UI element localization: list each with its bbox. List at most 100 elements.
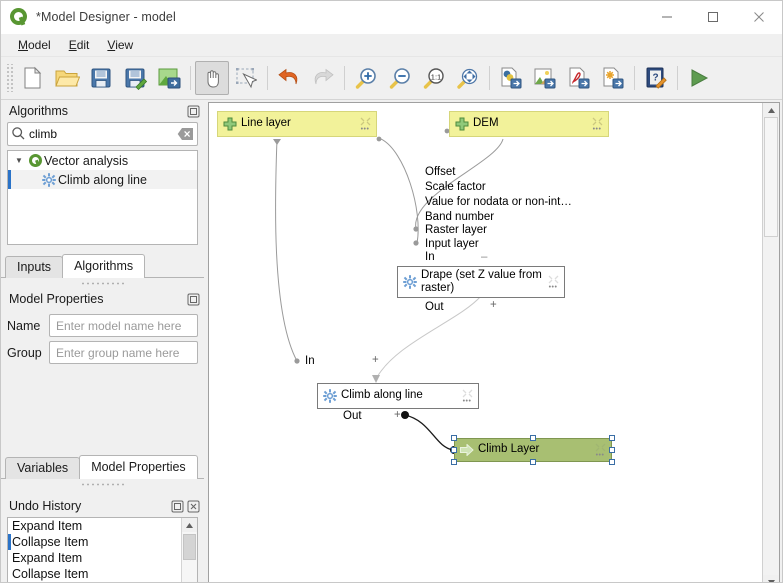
export-as-svg-button[interactable] xyxy=(596,61,630,95)
tab-inputs[interactable]: Inputs xyxy=(5,256,63,278)
dots-menu-icon[interactable]: ••• xyxy=(593,127,602,132)
close-button[interactable] xyxy=(736,1,782,33)
selection-handle[interactable] xyxy=(609,435,615,441)
collapse-icon[interactable] xyxy=(592,117,603,126)
list-item[interactable]: Expand Item xyxy=(8,550,181,566)
model-node-climb-along-line[interactable]: Climb along line ••• xyxy=(317,383,479,409)
scroll-up-icon[interactable] xyxy=(182,518,197,532)
tab-model-properties[interactable]: Model Properties xyxy=(79,455,198,479)
toolbar-grip[interactable] xyxy=(5,64,13,92)
dots-menu-icon[interactable]: ••• xyxy=(596,453,605,458)
selection-handle[interactable] xyxy=(451,459,457,465)
dots-menu-icon[interactable]: ••• xyxy=(549,285,558,290)
algorithm-search-box[interactable] xyxy=(7,122,198,146)
pan-tool-button[interactable] xyxy=(195,61,229,95)
float-dock-icon[interactable] xyxy=(187,293,200,306)
node-buttons[interactable]: ••• xyxy=(546,275,560,290)
scroll-track[interactable] xyxy=(182,532,197,583)
collapse-icon[interactable] xyxy=(548,275,559,284)
dock-splitter-handle-1[interactable] xyxy=(81,279,125,287)
climb-out-label: Out xyxy=(343,410,362,422)
drape-param-nodata: Value for nodata or non-int… xyxy=(425,196,572,208)
scroll-up-icon[interactable] xyxy=(763,103,779,117)
model-canvas-viewport[interactable]: Line layer ••• xyxy=(209,103,762,583)
selection-handle[interactable] xyxy=(451,435,457,441)
selection-handle[interactable] xyxy=(530,459,536,465)
collapse-icon[interactable] xyxy=(595,443,606,452)
scroll-thumb[interactable] xyxy=(183,534,196,560)
model-name-input[interactable] xyxy=(54,318,193,334)
selection-handle[interactable] xyxy=(609,459,615,465)
menu-view[interactable]: View xyxy=(98,36,142,54)
save-model-button[interactable] xyxy=(84,61,118,95)
undo-history-scrollbar[interactable] xyxy=(181,518,197,583)
close-dock-icon[interactable] xyxy=(187,500,200,513)
dots-menu-icon[interactable]: ••• xyxy=(463,399,472,404)
model-properties-dock-header: Model Properties xyxy=(1,288,204,310)
scroll-track[interactable] xyxy=(763,117,779,575)
tree-item-climb-along-line[interactable]: Climb along line xyxy=(8,170,197,189)
collapse-icon[interactable] xyxy=(462,389,473,398)
save-model-as-button[interactable] xyxy=(118,61,152,95)
gear-algorithm-icon xyxy=(40,173,58,187)
tree-item-vector-analysis[interactable]: ▼ Vector analysis xyxy=(8,151,197,170)
zoom-full-button[interactable] xyxy=(451,61,485,95)
selection-handle[interactable] xyxy=(451,447,457,453)
node-buttons[interactable]: ••• xyxy=(590,117,604,132)
qgis-provider-icon xyxy=(26,154,44,167)
model-node-dem[interactable]: DEM ••• xyxy=(449,111,609,137)
float-dock-icon[interactable] xyxy=(171,500,184,513)
select-tool-button[interactable] xyxy=(229,61,263,95)
new-model-button[interactable] xyxy=(16,61,50,95)
run-model-button[interactable] xyxy=(682,61,716,95)
drape-collapse-marker[interactable]: – xyxy=(481,251,487,263)
collapse-icon[interactable] xyxy=(360,117,371,126)
selection-handle[interactable] xyxy=(609,447,615,453)
model-name-field[interactable] xyxy=(49,314,198,337)
undo-button[interactable] xyxy=(272,61,306,95)
menu-model[interactable]: MModelodel xyxy=(9,36,60,54)
drape-param-input-layer: Input layer xyxy=(425,238,479,250)
tab-variables[interactable]: Variables xyxy=(5,457,80,479)
model-group-input[interactable] xyxy=(54,345,193,361)
tab-algorithms[interactable]: Algorithms xyxy=(62,254,145,278)
export-as-script-button[interactable] xyxy=(494,61,528,95)
dock-splitter-handle-2[interactable] xyxy=(81,480,125,488)
save-in-project-button[interactable] xyxy=(152,61,186,95)
selection-handle[interactable] xyxy=(530,435,536,441)
zoom-actual-button[interactable]: 1:1 xyxy=(417,61,451,95)
menu-edit[interactable]: Edit xyxy=(60,36,99,54)
chevron-down-icon[interactable]: ▼ xyxy=(12,156,26,165)
edit-help-button[interactable]: ? xyxy=(639,61,673,95)
list-item[interactable]: Collapse Item xyxy=(8,566,181,582)
node-buttons[interactable]: ••• xyxy=(593,443,607,458)
float-dock-icon[interactable] xyxy=(187,105,200,118)
list-item[interactable]: Expand Item xyxy=(8,518,181,534)
clear-x-icon[interactable] xyxy=(177,127,194,142)
export-as-image-button[interactable] xyxy=(528,61,562,95)
algorithms-tree[interactable]: ▼ Vector analysis xyxy=(7,150,198,245)
algorithm-search-input[interactable] xyxy=(27,127,177,141)
maximize-button[interactable] xyxy=(690,1,736,33)
undo-history-list[interactable]: Expand Item Collapse Item Expand Item Co… xyxy=(7,517,198,583)
model-node-drape[interactable]: Drape (set Z value from raster) ••• xyxy=(397,266,565,298)
node-buttons[interactable]: ••• xyxy=(358,117,372,132)
canvas-vertical-scrollbar[interactable] xyxy=(762,103,779,583)
scroll-down-icon[interactable] xyxy=(763,575,779,583)
search-icon xyxy=(11,126,27,142)
list-item[interactable]: Collapse Item xyxy=(8,534,181,550)
zoom-in-button[interactable] xyxy=(349,61,383,95)
scroll-thumb[interactable] xyxy=(764,117,778,237)
redo-button[interactable] xyxy=(306,61,340,95)
export-as-pdf-button[interactable] xyxy=(562,61,596,95)
dots-menu-icon[interactable]: ••• xyxy=(361,127,370,132)
zoom-out-button[interactable] xyxy=(383,61,417,95)
climb-expand-marker-out[interactable]: + xyxy=(394,409,401,421)
node-buttons[interactable]: ••• xyxy=(460,389,474,404)
model-group-field[interactable] xyxy=(49,341,198,364)
minimize-button[interactable] xyxy=(644,1,690,33)
drape-expand-marker[interactable]: + xyxy=(490,299,497,311)
open-model-button[interactable] xyxy=(50,61,84,95)
climb-expand-marker-in[interactable]: + xyxy=(372,354,379,366)
model-node-line-layer[interactable]: Line layer ••• xyxy=(217,111,377,137)
